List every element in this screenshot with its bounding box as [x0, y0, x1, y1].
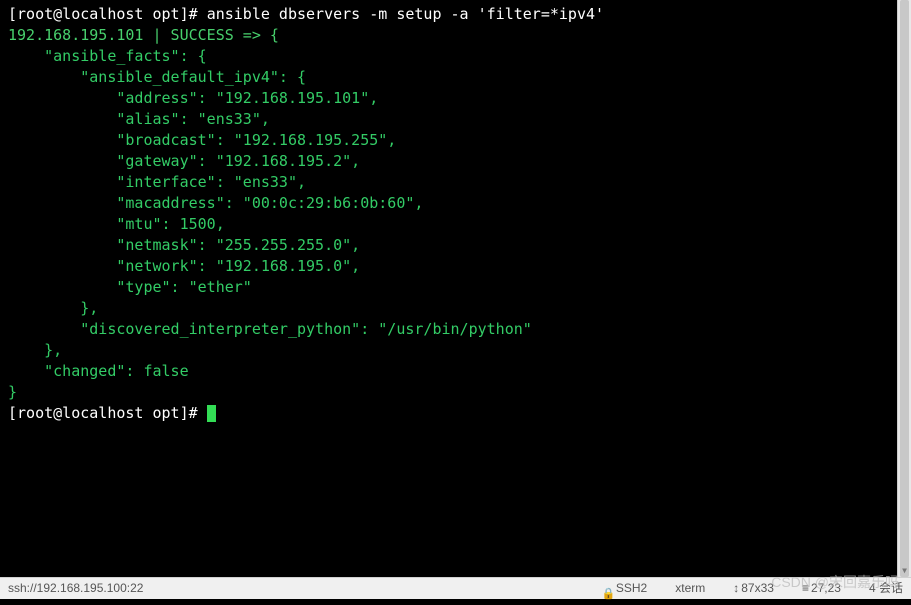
output-line: "broadcast": "192.168.195.255", [8, 130, 903, 151]
output-line: "gateway": "192.168.195.2", [8, 151, 903, 172]
cursor [207, 405, 216, 422]
output-line: "mtu": 1500, [8, 214, 903, 235]
cursor-label: 27,23 [811, 578, 841, 599]
output-line: }, [8, 298, 903, 319]
term-label: xterm [675, 578, 705, 599]
output-line: "netmask": "255.255.255.0", [8, 235, 903, 256]
status-bar: ssh://192.168.195.100:22 SSH2 xterm ↕ 87… [0, 577, 911, 599]
command-line: [root@localhost opt]# ansible dbservers … [8, 4, 903, 25]
output-line: "discovered_interpreter_python": "/usr/b… [8, 319, 903, 340]
scrollbar-thumb[interactable] [900, 0, 909, 577]
output-line: "macaddress": "00:0c:29:b6:0b:60", [8, 193, 903, 214]
term-info: xterm [675, 578, 705, 599]
sessions-label: 4 会话 [869, 578, 903, 599]
connection-label: ssh://192.168.195.100:22 [8, 578, 143, 599]
sessions-info: 4 会话 [869, 578, 903, 599]
scrollbar-down-button[interactable]: ▼ [898, 563, 911, 577]
output-line: "changed": false [8, 361, 903, 382]
cursor-info: ≡ 27,23 [802, 578, 841, 599]
output-line: "interface": "ens33", [8, 172, 903, 193]
output-line: "type": "ether" [8, 277, 903, 298]
output-line: } [8, 382, 903, 403]
prompt: [root@localhost opt]# [8, 404, 207, 422]
protocol-label: SSH2 [616, 578, 647, 599]
size-label: 87x33 [741, 578, 774, 599]
cursor-icon: ≡ [802, 578, 809, 599]
prompt-line: [root@localhost opt]# [8, 403, 903, 424]
lock-icon [602, 583, 612, 595]
output-line: "address": "192.168.195.101", [8, 88, 903, 109]
size-info: ↕ 87x33 [733, 578, 774, 599]
output-line: "network": "192.168.195.0", [8, 256, 903, 277]
connection-info: ssh://192.168.195.100:22 [8, 578, 143, 599]
prompt: [root@localhost opt]# [8, 5, 207, 23]
scrollbar-vertical[interactable]: ▲ ▼ [897, 0, 911, 577]
output-line: 192.168.195.101 | SUCCESS => { [8, 25, 903, 46]
output-line: "alias": "ens33", [8, 109, 903, 130]
command-text: ansible dbservers -m setup -a 'filter=*i… [207, 5, 604, 23]
size-icon: ↕ [733, 578, 739, 599]
output-line: "ansible_default_ipv4": { [8, 67, 903, 88]
output-line: }, [8, 340, 903, 361]
output-line: "ansible_facts": { [8, 46, 903, 67]
terminal-area[interactable]: [root@localhost opt]# ansible dbservers … [0, 0, 911, 577]
protocol-info: SSH2 [602, 578, 647, 599]
